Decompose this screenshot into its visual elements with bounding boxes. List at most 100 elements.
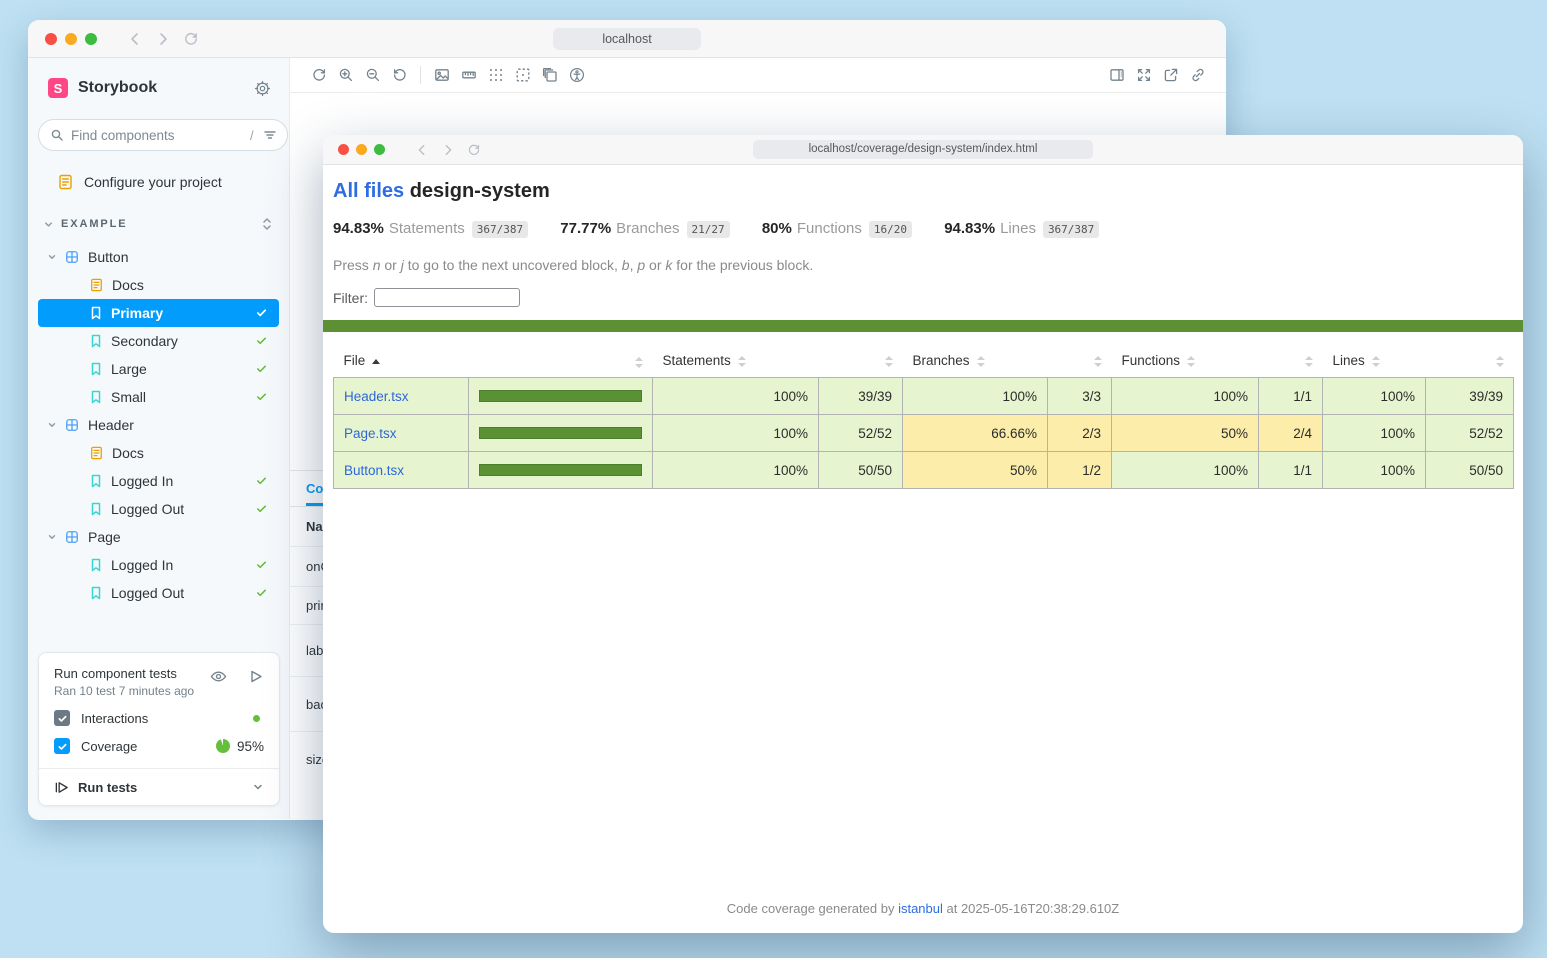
column-header-file[interactable]: File xyxy=(334,346,469,378)
filter-icon[interactable] xyxy=(263,128,277,142)
sidebar-section-example[interactable]: EXAMPLE xyxy=(28,190,289,235)
stat-label: Statements xyxy=(389,220,465,237)
outline-icon[interactable] xyxy=(509,62,536,89)
tree-item-small[interactable]: Small xyxy=(38,383,279,411)
tree-item-button[interactable]: Button xyxy=(38,243,279,271)
sort-icon[interactable] xyxy=(885,356,893,367)
sort-icon[interactable] xyxy=(1094,356,1102,367)
zoom-out-icon[interactable] xyxy=(359,62,386,89)
watch-mode-eye-icon[interactable] xyxy=(210,669,227,684)
interactions-status-dot xyxy=(253,715,260,722)
run-tests-label: Run tests xyxy=(78,780,137,795)
run-all-play-icon[interactable] xyxy=(249,669,263,684)
fullscreen-icon[interactable] xyxy=(1130,62,1157,89)
check-icon xyxy=(255,306,268,319)
sort-icon[interactable] xyxy=(1305,356,1313,367)
filter-label: Filter: xyxy=(333,290,368,306)
tree-item-label: Header xyxy=(88,417,134,433)
istanbul-link[interactable]: istanbul xyxy=(898,901,943,916)
sort-icon[interactable] xyxy=(1372,356,1380,367)
interactions-checkbox[interactable] xyxy=(54,710,70,726)
tree-item-page-logged-out[interactable]: Logged Out xyxy=(38,579,279,607)
stat-label: Lines xyxy=(1000,220,1036,237)
back-icon[interactable] xyxy=(415,143,429,157)
minimize-window-button[interactable] xyxy=(356,144,367,155)
sort-icon[interactable] xyxy=(1496,356,1504,367)
column-header-functions-frac[interactable] xyxy=(1259,346,1323,378)
collapse-expand-icon[interactable] xyxy=(261,217,273,231)
stat-label: Branches xyxy=(616,220,679,237)
file-link[interactable]: Page.tsx xyxy=(344,426,397,441)
copy-link-icon[interactable] xyxy=(1184,62,1211,89)
sort-icon[interactable] xyxy=(738,356,746,367)
statements-pct-cell: 100% xyxy=(653,378,819,415)
column-header-branches[interactable]: Branches xyxy=(903,346,1048,378)
interactions-label: Interactions xyxy=(81,711,148,726)
reload-icon[interactable] xyxy=(183,31,199,47)
tree-item-page[interactable]: Page xyxy=(38,523,279,551)
forward-icon[interactable] xyxy=(441,143,455,157)
search-input[interactable] xyxy=(71,128,248,143)
column-header-statements[interactable]: Statements xyxy=(653,346,819,378)
sort-icon[interactable] xyxy=(635,357,643,368)
file-link[interactable]: Header.tsx xyxy=(344,389,409,404)
run-tests-button[interactable]: Run tests xyxy=(39,768,279,805)
column-header-functions[interactable]: Functions xyxy=(1112,346,1259,378)
functions-pct-cell: 100% xyxy=(1112,378,1259,415)
zoom-window-button[interactable] xyxy=(374,144,385,155)
backgrounds-icon[interactable] xyxy=(428,62,455,89)
panel-toggle-icon[interactable] xyxy=(1103,62,1130,89)
column-header-pic[interactable] xyxy=(469,346,653,378)
filter-input[interactable] xyxy=(374,288,520,307)
tree-item-large[interactable]: Large xyxy=(38,355,279,383)
coverage-checkbox[interactable] xyxy=(54,738,70,754)
coverage-label: Coverage xyxy=(81,739,137,754)
tree-item-page-logged-in[interactable]: Logged In xyxy=(38,551,279,579)
back-icon[interactable] xyxy=(127,31,143,47)
bookmark-icon xyxy=(90,474,102,488)
tree-item-header-logged-in[interactable]: Logged In xyxy=(38,467,279,495)
check-icon xyxy=(255,334,268,347)
gear-icon[interactable] xyxy=(254,80,271,97)
grid-icon[interactable] xyxy=(482,62,509,89)
open-external-icon[interactable] xyxy=(1157,62,1184,89)
minimize-window-button[interactable] xyxy=(65,33,77,45)
column-header-lines-frac[interactable] xyxy=(1426,346,1514,378)
all-files-link[interactable]: All files xyxy=(333,180,404,202)
sort-icon[interactable] xyxy=(1187,356,1195,367)
file-link[interactable]: Button.tsx xyxy=(344,463,404,478)
address-bar[interactable]: localhost xyxy=(553,28,701,50)
tree-item-primary-selected[interactable]: Primary xyxy=(38,299,279,327)
configure-project-link[interactable]: Configure your project xyxy=(28,151,289,190)
viewports-icon[interactable] xyxy=(536,62,563,89)
column-header-statements-frac[interactable] xyxy=(819,346,903,378)
zoom-in-icon[interactable] xyxy=(332,62,359,89)
reset-zoom-icon[interactable] xyxy=(386,62,413,89)
coverage-bar-fill xyxy=(479,427,642,439)
column-header-branches-frac[interactable] xyxy=(1048,346,1112,378)
tree-item-secondary[interactable]: Secondary xyxy=(38,327,279,355)
search-box[interactable]: / xyxy=(38,119,288,151)
close-window-button[interactable] xyxy=(45,33,57,45)
column-header-lines[interactable]: Lines xyxy=(1323,346,1426,378)
tree-item-label: Large xyxy=(111,361,147,377)
close-window-button[interactable] xyxy=(338,144,349,155)
docs-icon xyxy=(90,446,103,460)
measure-icon[interactable] xyxy=(455,62,482,89)
tree-item-header-docs[interactable]: Docs xyxy=(38,439,279,467)
address-bar[interactable]: localhost/coverage/design-system/index.h… xyxy=(753,140,1093,159)
file-cell: Button.tsx xyxy=(334,452,469,489)
tree-item-header-logged-out[interactable]: Logged Out xyxy=(38,495,279,523)
keyboard-shortcuts-help: Press n or j to go to the next uncovered… xyxy=(333,257,1513,273)
accessibility-icon[interactable] xyxy=(563,62,590,89)
bookmark-icon xyxy=(90,390,102,404)
forward-icon[interactable] xyxy=(155,31,171,47)
tree-item-header[interactable]: Header xyxy=(38,411,279,439)
reload-icon[interactable] xyxy=(467,143,481,157)
tree-item-button-docs[interactable]: Docs xyxy=(38,271,279,299)
check-icon xyxy=(255,558,268,571)
zoom-window-button[interactable] xyxy=(85,33,97,45)
sort-icon[interactable] xyxy=(977,356,985,367)
remount-icon[interactable] xyxy=(305,62,332,89)
coverage-bar-track xyxy=(479,464,642,476)
